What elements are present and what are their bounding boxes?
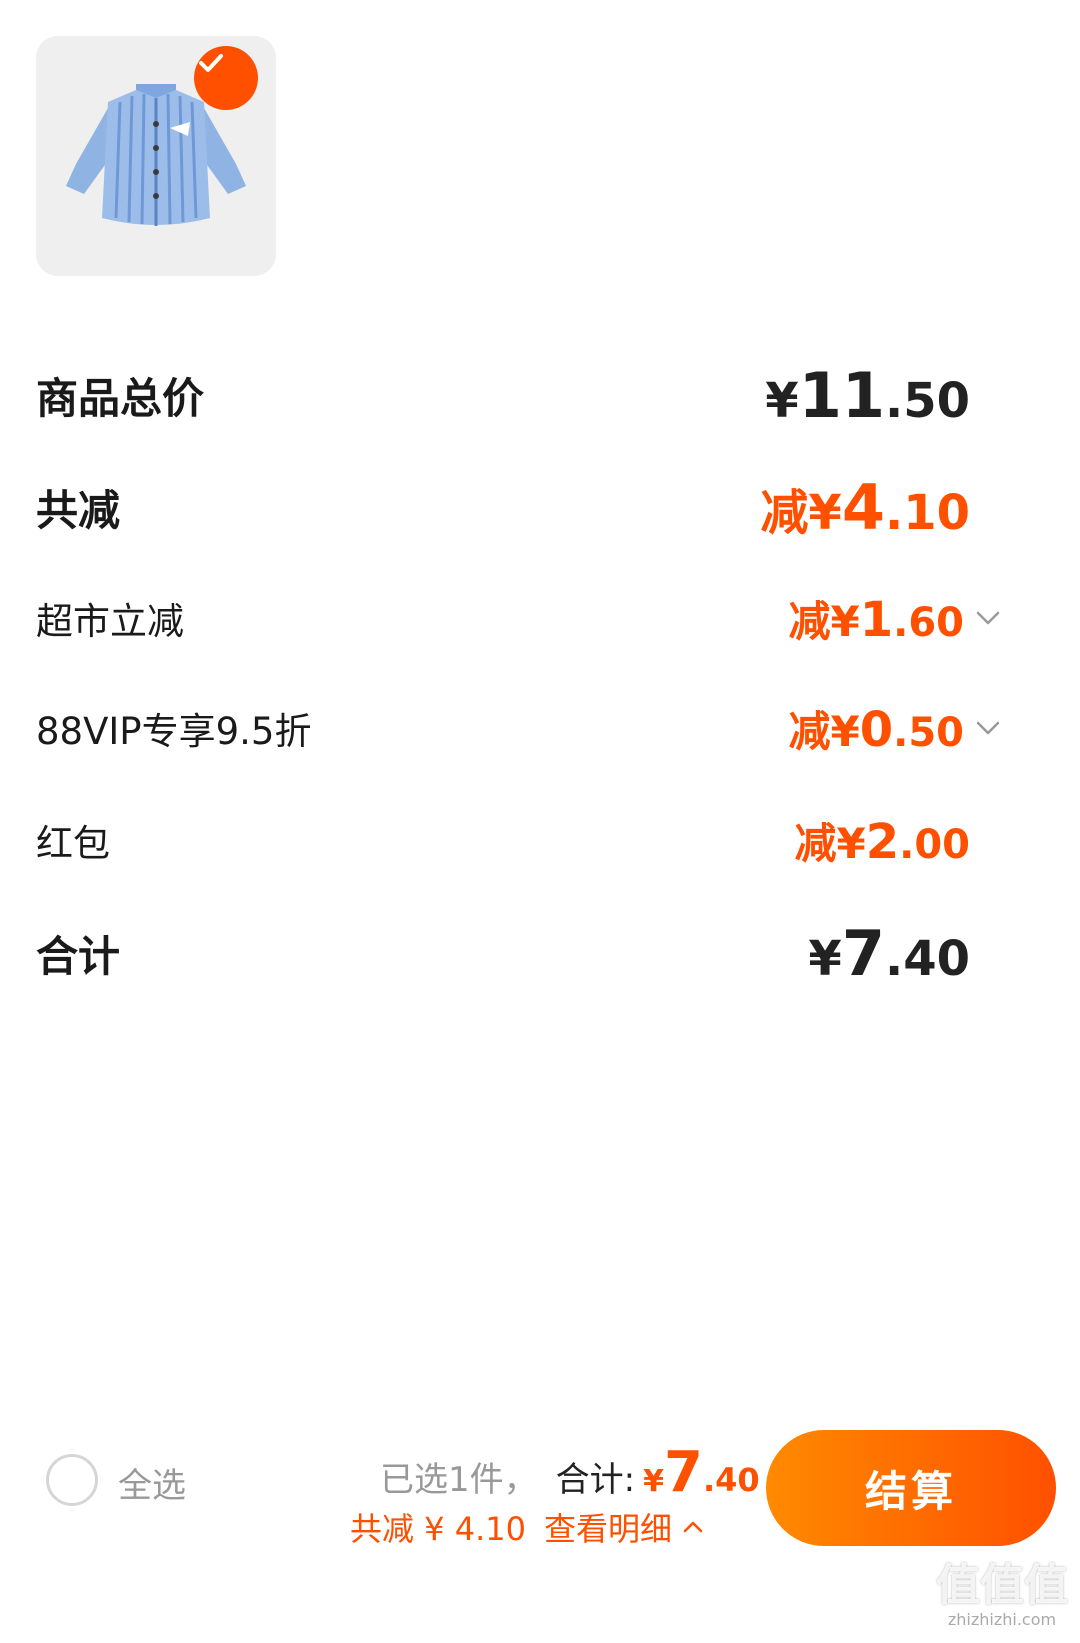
row-supermarket-discount[interactable]: 超市立减 减 ¥ 1 .60 <box>36 588 1006 648</box>
product-thumbnail[interactable] <box>36 36 276 276</box>
total-discount-value: 减 ¥ 4 .10 <box>760 470 970 544</box>
chevron-down-icon[interactable] <box>970 600 1006 636</box>
selected-count: 已选1件， <box>380 1460 538 1500</box>
discount-detail-toggle[interactable]: 共减 ¥ 4.10 查看明细 <box>350 1504 706 1550</box>
row-red-packet: 红包 减 ¥ 2 .00 <box>36 810 1006 870</box>
watermark-url: zhizhizhi.com <box>947 1610 1057 1629</box>
select-all-radio[interactable] <box>46 1454 98 1506</box>
goods-total-label: 商品总价 <box>36 373 205 423</box>
grand-total-value: ¥ 7 .40 <box>808 916 970 990</box>
total-int: 7 <box>663 1440 703 1505</box>
checkout-button[interactable]: 结算 <box>766 1430 1056 1546</box>
grand-total-label: 合计 <box>36 931 121 981</box>
cart-summary-page: 商品总价 ¥ 11 .50 共减 减 ¥ 4 .10 超市立减 减 ¥ 1 .6… <box>0 0 1080 1643</box>
red-packet-value: 减 ¥ 2 .00 <box>794 813 970 870</box>
selected-check-badge[interactable] <box>194 46 258 110</box>
supermarket-discount-value: 减 ¥ 1 .60 <box>788 588 1006 649</box>
total-discount-label: 共减 <box>36 485 121 535</box>
vip-discount-label: 88VIP专享9.5折 <box>36 710 312 753</box>
row-vip-discount[interactable]: 88VIP专享9.5折 减 ¥ 0 .50 <box>36 698 1006 758</box>
select-all-label[interactable]: 全选 <box>118 1458 186 1507</box>
view-detail-link[interactable]: 查看明细 <box>544 1504 672 1550</box>
total-yen: ¥ <box>643 1464 664 1499</box>
discount-text: 共减 ¥ 4.10 <box>350 1510 526 1548</box>
chevron-down-icon[interactable] <box>970 710 1006 746</box>
row-grand-total: 合计 ¥ 7 .40 <box>36 916 1006 990</box>
row-goods-total: 商品总价 ¥ 11 .50 <box>36 358 1006 432</box>
total-dec: .40 <box>702 1461 760 1499</box>
vip-discount-value: 减 ¥ 0 .50 <box>788 698 1006 759</box>
row-total-discount: 共减 减 ¥ 4 .10 <box>36 470 1006 544</box>
chevron-up-icon[interactable] <box>680 1514 706 1540</box>
goods-total-value: ¥ 11 .50 <box>765 358 970 432</box>
total-summary: 已选1件， 合计: ¥ 7 .40 <box>380 1440 760 1505</box>
site-watermark: 值值值 zhizhizhi.com <box>932 1560 1072 1630</box>
red-packet-label: 红包 <box>36 822 110 865</box>
total-label: 合计: <box>555 1460 636 1500</box>
watermark-logo: 值值值 <box>936 1560 1068 1611</box>
check-icon <box>199 54 223 72</box>
supermarket-discount-label: 超市立减 <box>36 600 184 643</box>
checkout-bar: 全选 已选1件， 合计: ¥ 7 .40 共减 ¥ 4.10 查看明细 结算 <box>0 1420 1080 1590</box>
